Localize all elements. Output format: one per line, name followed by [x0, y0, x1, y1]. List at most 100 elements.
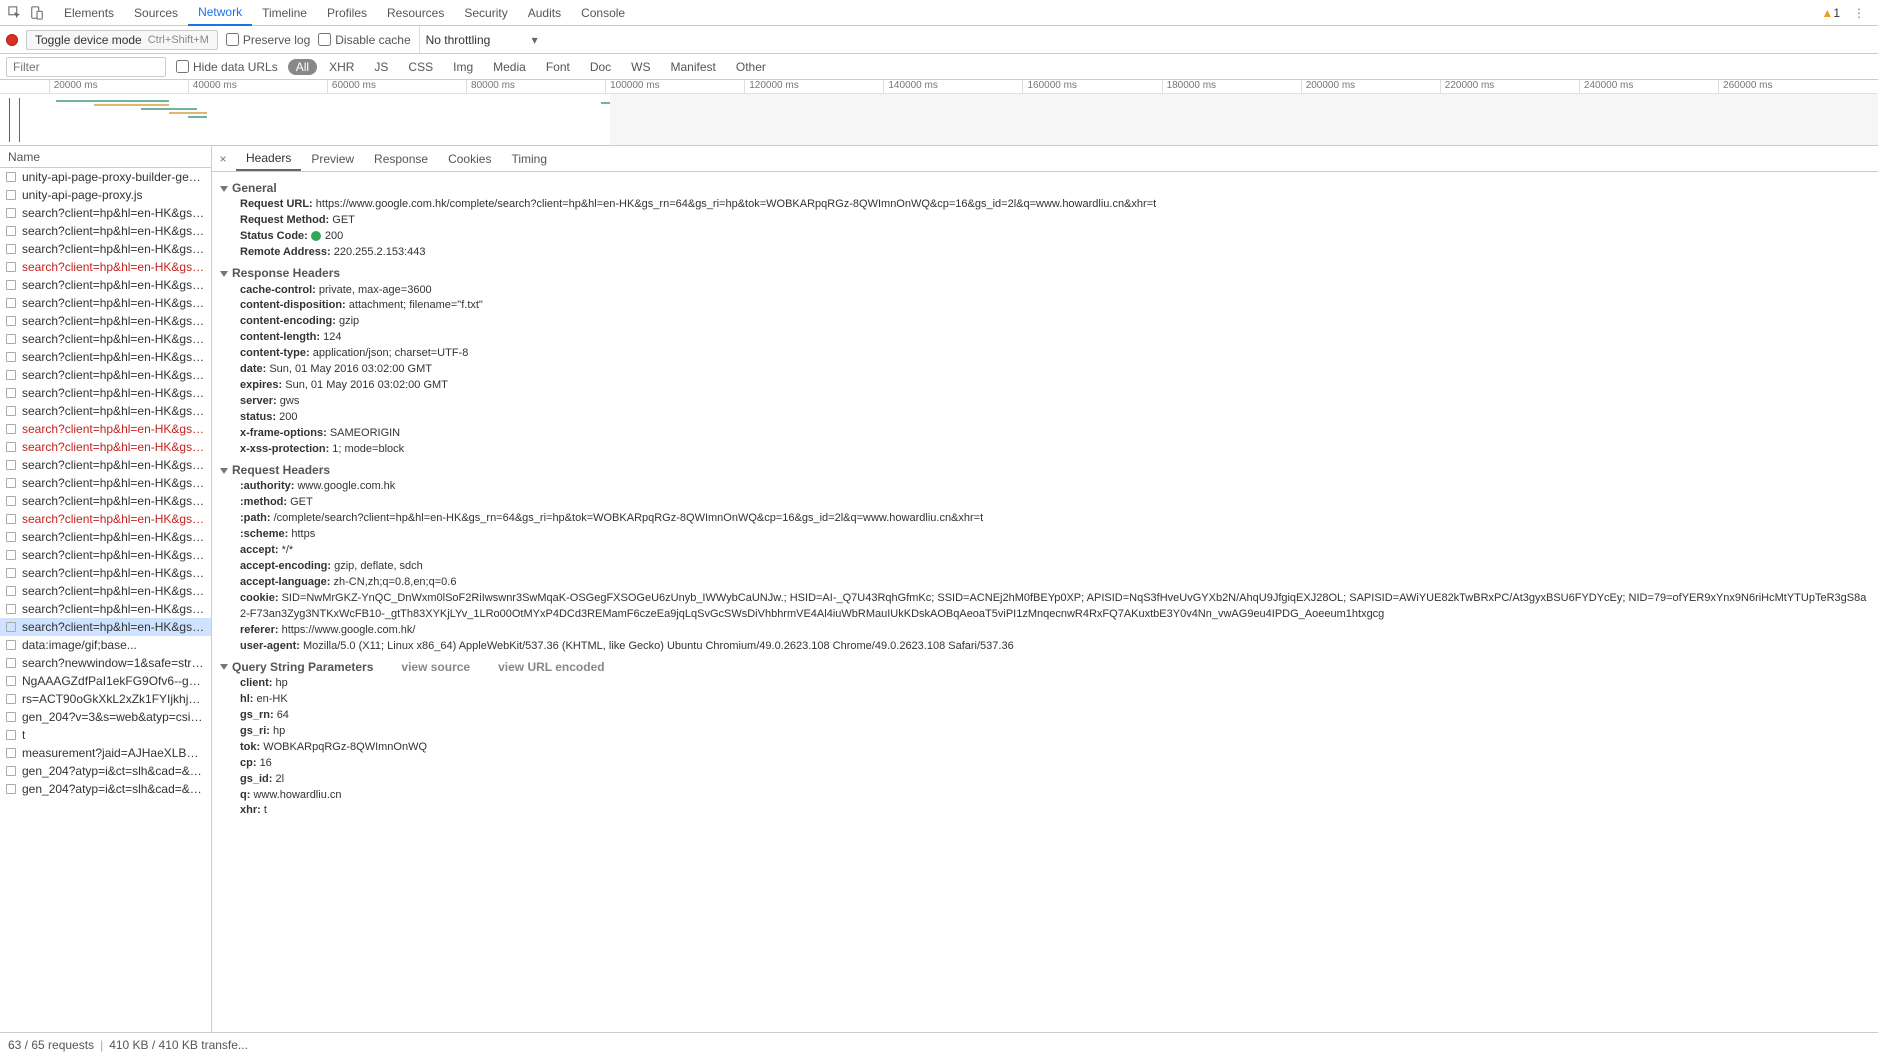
toggle-device-label: Toggle device mode — [35, 33, 142, 47]
request-row[interactable]: NgAAAGZdfPaI1ekFG9Ofv6--gMHPk7bP... — [0, 672, 211, 690]
preserve-log-checkbox[interactable]: Preserve log — [226, 33, 310, 47]
detail-tab-cookies[interactable]: Cookies — [438, 146, 501, 171]
request-row[interactable]: search?client=hp&hl=en-HK&gs_rn=64&g... — [0, 240, 211, 258]
request-row[interactable]: search?client=hp&hl=en-HK&gs_rn=64&g... — [0, 330, 211, 348]
request-row[interactable]: measurement?jaid=AJHaeXLBQe_uznHB... — [0, 744, 211, 762]
request-row[interactable]: search?client=hp&hl=en-HK&gs_rn=64&g... — [0, 204, 211, 222]
request-row[interactable]: search?client=hp&hl=en-HK&gs_rn=64&g... — [0, 546, 211, 564]
filter-input[interactable] — [6, 57, 166, 77]
request-row[interactable]: search?client=hp&hl=en-HK&gs_rn=64&g... — [0, 564, 211, 582]
request-row[interactable]: search?client=hp&hl=en-HK&gs_rn=64&g... — [0, 618, 211, 636]
section-toggle[interactable]: General — [220, 180, 1870, 197]
request-row[interactable]: search?client=hp&hl=en-HK&gs_rn=64&g... — [0, 474, 211, 492]
more-icon[interactable]: ⋮ — [1848, 2, 1870, 24]
hide-data-urls-checkbox[interactable]: Hide data URLs — [176, 60, 278, 74]
filter-pill-manifest[interactable]: Manifest — [663, 59, 724, 75]
disable-cache-checkbox[interactable]: Disable cache — [318, 33, 410, 47]
header-line: Request Method: GET — [220, 213, 1870, 229]
request-row[interactable]: search?client=hp&hl=en-HK&gs_rn=64&g... — [0, 276, 211, 294]
tab-security[interactable]: Security — [454, 0, 517, 26]
request-row[interactable]: gen_204?atyp=i&ct=slh&cad=&ei=qHElV... — [0, 762, 211, 780]
toggle-device-mode-button[interactable]: Toggle device mode Ctrl+Shift+M — [26, 30, 218, 50]
filter-pill-other[interactable]: Other — [728, 59, 774, 75]
name-column-header[interactable]: Name — [0, 146, 211, 168]
request-row[interactable]: search?client=hp&hl=en-HK&gs_rn=64&g... — [0, 600, 211, 618]
header-value: zh-CN,zh;q=0.8,en;q=0.6 — [334, 576, 457, 588]
link-view-source[interactable]: view source — [401, 659, 470, 676]
section-toggle[interactable]: Query String Parametersview sourceview U… — [220, 659, 1870, 676]
warnings-badge[interactable]: ▲1 — [1821, 6, 1840, 20]
filter-pill-doc[interactable]: Doc — [582, 59, 619, 75]
request-row[interactable]: search?client=hp&hl=en-HK&gs_rn=64&g... — [0, 510, 211, 528]
triangle-down-icon — [220, 186, 228, 192]
inspect-element-icon[interactable] — [4, 2, 26, 24]
request-row[interactable]: search?client=hp&hl=en-HK&gs_rn=64&g... — [0, 420, 211, 438]
request-row[interactable]: search?client=hp&hl=en-HK&gs_rn=64&g... — [0, 492, 211, 510]
request-row[interactable]: search?client=hp&hl=en-HK&gs_rn=64&g... — [0, 294, 211, 312]
tab-profiles[interactable]: Profiles — [317, 0, 377, 26]
filter-pill-font[interactable]: Font — [538, 59, 578, 75]
requests-list[interactable]: unity-api-page-proxy-builder-gen.jsunity… — [0, 168, 211, 1032]
link-view-URL-encoded[interactable]: view URL encoded — [498, 659, 604, 676]
requests-sidebar: Name unity-api-page-proxy-builder-gen.js… — [0, 146, 212, 1032]
timeline-overview[interactable]: 20000 ms40000 ms60000 ms80000 ms100000 m… — [0, 80, 1878, 146]
headers-pane[interactable]: GeneralRequest URL: https://www.google.c… — [212, 172, 1878, 1032]
request-row[interactable]: search?client=hp&hl=en-HK&gs_rn=64&g... — [0, 438, 211, 456]
tab-elements[interactable]: Elements — [54, 0, 124, 26]
preserve-log-input[interactable] — [226, 33, 239, 46]
filter-pill-media[interactable]: Media — [485, 59, 534, 75]
filter-pill-ws[interactable]: WS — [623, 59, 658, 75]
request-row[interactable]: data:image/gif;base... — [0, 636, 211, 654]
request-row[interactable]: unity-api-page-proxy-builder-gen.js — [0, 168, 211, 186]
filter-pill-all[interactable]: All — [288, 59, 317, 75]
tab-console[interactable]: Console — [571, 0, 635, 26]
filter-pill-js[interactable]: JS — [366, 59, 396, 75]
request-name: search?client=hp&hl=en-HK&gs_rn=64&g... — [22, 296, 205, 310]
detail-tab-preview[interactable]: Preview — [301, 146, 364, 171]
file-icon — [6, 442, 16, 452]
request-row[interactable]: search?client=hp&hl=en-HK&gs_rn=64&g... — [0, 402, 211, 420]
tab-network[interactable]: Network — [188, 0, 252, 26]
request-row[interactable]: search?client=hp&hl=en-HK&gs_rn=64&g... — [0, 384, 211, 402]
filter-pill-css[interactable]: CSS — [400, 59, 441, 75]
request-row[interactable]: search?client=hp&hl=en-HK&gs_rn=64&g... — [0, 348, 211, 366]
tab-audits[interactable]: Audits — [518, 0, 571, 26]
request-row[interactable]: search?client=hp&hl=en-HK&gs_rn=64&g... — [0, 366, 211, 384]
request-row[interactable]: unity-api-page-proxy.js — [0, 186, 211, 204]
request-row[interactable]: search?client=hp&hl=en-HK&gs_rn=64&g... — [0, 528, 211, 546]
detail-tab-headers[interactable]: Headers — [236, 146, 301, 171]
disable-cache-input[interactable] — [318, 33, 331, 46]
request-row[interactable]: rs=ACT90oGkXkL2xZk1FYIjkhj0sIT5_fRe... — [0, 690, 211, 708]
section-toggle[interactable]: Response Headers — [220, 265, 1870, 282]
request-row[interactable]: search?client=hp&hl=en-HK&gs_rn=64&g... — [0, 456, 211, 474]
request-name: search?client=hp&hl=en-HK&gs_rn=64&g... — [22, 242, 205, 256]
file-icon — [6, 262, 16, 272]
tick: 260000 ms — [1718, 80, 1772, 93]
request-row[interactable]: search?client=hp&hl=en-HK&gs_rn=64&g... — [0, 312, 211, 330]
tab-resources[interactable]: Resources — [377, 0, 454, 26]
request-row[interactable]: gen_204?v=3&s=web&atyp=csi&ei=qHEl... — [0, 708, 211, 726]
request-row[interactable]: gen_204?atyp=i&ct=slh&cad=&ei=qHElV... — [0, 780, 211, 798]
request-row[interactable]: search?newwindow=1&safe=strict&site=... — [0, 654, 211, 672]
tab-timeline[interactable]: Timeline — [252, 0, 317, 26]
throttling-select[interactable]: No throttling ▾ — [419, 26, 544, 53]
tab-sources[interactable]: Sources — [124, 0, 188, 26]
request-row[interactable]: t — [0, 726, 211, 744]
section-toggle[interactable]: Request Headers — [220, 462, 1870, 479]
request-row[interactable]: search?client=hp&hl=en-HK&gs_rn=64&g... — [0, 258, 211, 276]
record-button[interactable] — [6, 34, 18, 46]
filter-pill-img[interactable]: Img — [445, 59, 481, 75]
request-row[interactable]: search?client=hp&hl=en-HK&gs_rn=64&g... — [0, 582, 211, 600]
request-row[interactable]: search?client=hp&hl=en-HK&gs_rn=64&g... — [0, 222, 211, 240]
header-value: 64 — [277, 709, 289, 721]
header-value: gzip — [339, 315, 359, 327]
device-toolbar-icon[interactable] — [26, 2, 48, 24]
filter-pill-xhr[interactable]: XHR — [321, 59, 362, 75]
header-key: Request URL: — [240, 198, 316, 210]
detail-tab-response[interactable]: Response — [364, 146, 438, 171]
detail-tab-timing[interactable]: Timing — [501, 146, 557, 171]
close-icon[interactable]: × — [212, 148, 234, 170]
section-request-headers: Request Headers:authority: www.google.co… — [220, 462, 1870, 655]
header-line: x-xss-protection: 1; mode=block — [220, 442, 1870, 458]
hide-data-input[interactable] — [176, 60, 189, 73]
